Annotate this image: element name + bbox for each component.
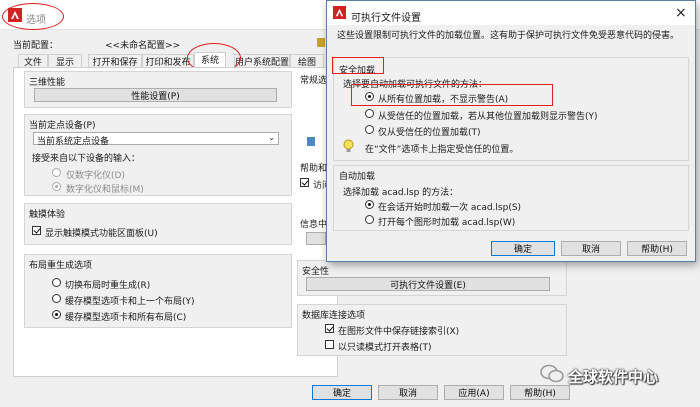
tab-display[interactable]: 显示 (48, 54, 82, 68)
info-center-button[interactable] (306, 232, 326, 245)
layout-regen-switch-label: 切换布局时重生成(R) (65, 281, 151, 291)
digitizer-only-radio[interactable] (52, 168, 61, 177)
exec-help-button[interactable]: 帮助(H) (627, 241, 687, 256)
annotation-circle-title (2, 3, 64, 30)
layout-regen-switch-radio[interactable] (52, 278, 61, 287)
load-trusted-only-radio[interactable] (365, 125, 374, 134)
db-readonly-checkbox[interactable] (325, 340, 334, 349)
watermark-text: 全球软件中心 (568, 368, 659, 386)
options-apply-button[interactable]: 应用(A) (444, 385, 504, 400)
tab-drafting[interactable]: 绘图 (290, 54, 324, 68)
exec-dialog-description: 这些设置限制可执行文件的加载位置。这有助于保护可执行文件免受恶意代码的侵害。 (337, 31, 680, 41)
digitizer-only-label: 仅数字化仪(D) (66, 171, 125, 181)
autoload-each-drawing-radio[interactable] (365, 215, 374, 224)
wechat-icon (540, 364, 564, 383)
help-label: 帮助和 (300, 164, 328, 174)
lightbulb-icon (343, 139, 354, 152)
touch-ribbon-label: 显示触摸模式功能区面板(U) (45, 229, 158, 239)
tab-files[interactable]: 文件 (18, 54, 48, 68)
load-trusted-warn-radio[interactable] (365, 109, 374, 118)
touch-ribbon-checkbox[interactable] (32, 226, 41, 235)
exec-ok-button[interactable]: 确定 (491, 241, 555, 256)
trusted-location-hint: 在“文件”选项卡上指定受信任的位置。 (365, 145, 519, 155)
digitizer-mouse-radio[interactable] (52, 182, 61, 191)
perf-group-label: 三维性能 (29, 78, 66, 88)
info-center-label: 信息中 (300, 220, 328, 230)
options-cancel-button[interactable]: 取消 (378, 385, 438, 400)
load-trusted-warn-label: 从受信任的位置加载，若从其他位置加载则显示警告(Y) (378, 112, 598, 122)
options-help-button[interactable]: 帮助(H) (510, 385, 570, 400)
digitizer-mouse-label: 数字化仪和鼠标(M) (66, 185, 144, 195)
chevron-down-icon: ⌄ (268, 133, 275, 142)
security-group-label: 安全性 (302, 267, 330, 277)
accept-input-label: 接受来自以下设备的输入： (32, 154, 141, 164)
general-options-label: 常规选 (300, 76, 328, 86)
profile-icon (317, 38, 325, 47)
touch-group-label: 触摸体验 (29, 210, 66, 220)
pointer-select-value: 当前系统定点设备 (37, 137, 110, 147)
exec-settings-button[interactable]: 可执行文件设置(E) (306, 277, 550, 291)
autoload-session-radio[interactable] (365, 200, 374, 209)
layout-cache-last-radio[interactable] (52, 294, 61, 303)
autocad-logo-icon (333, 6, 346, 19)
autoload-session-label: 在会话开始时加载一次 acad.lsp(S) (378, 203, 522, 213)
tab-open-save[interactable]: 打开和保存 (88, 54, 142, 68)
autoload-select-label: 选择加载 acad.lsp 的方法： (343, 188, 459, 198)
annotation-box-heading (332, 57, 384, 74)
perf-settings-button[interactable]: 性能设置(P) (34, 88, 277, 102)
profile-value: <<未命名配置>> (105, 41, 181, 51)
layout-cache-all-label: 缓存模型选项卡和所有布局(C) (65, 313, 187, 323)
doc-icon (307, 137, 315, 146)
db-readonly-label: 以只读模式打开表格(T) (338, 343, 432, 353)
layout-cache-last-label: 缓存模型选项卡和上一个布局(Y) (65, 297, 195, 307)
autoload-heading: 自动加载 (339, 172, 376, 182)
exec-cancel-button[interactable]: 取消 (561, 241, 621, 256)
close-icon[interactable]: × (675, 5, 687, 21)
layout-cache-all-radio[interactable] (52, 310, 61, 319)
load-trusted-only-label: 仅从受信任的位置加载(T) (378, 128, 481, 138)
db-save-index-checkbox[interactable] (325, 324, 334, 333)
annotation-box-option (351, 84, 553, 106)
exec-dialog-title: 可执行文件设置 (351, 13, 421, 24)
db-save-index-label: 在图形文件中保存链接索引(X) (338, 327, 460, 337)
db-group-label: 数据库连接选项 (302, 311, 366, 321)
autoload-each-drawing-label: 打开每个图形时加载 acad.lsp(W) (378, 218, 516, 228)
pointer-group-label: 当前定点设备(P) (29, 121, 96, 131)
tab-user-preferences[interactable]: 用户系统配置 (234, 54, 290, 68)
layout-regen-label: 布局重生成选项 (29, 261, 93, 271)
access-checkbox[interactable] (300, 178, 309, 187)
options-ok-button[interactable]: 确定 (312, 385, 372, 400)
pointer-device-select[interactable]: 当前系统定点设备 ⌄ (33, 132, 279, 147)
exec-dialog: 可执行文件设置 × 这些设置限制可执行文件的加载位置。这有助于保护可执行文件免受… (326, 0, 696, 262)
profile-label: 当前配置： (13, 41, 59, 51)
